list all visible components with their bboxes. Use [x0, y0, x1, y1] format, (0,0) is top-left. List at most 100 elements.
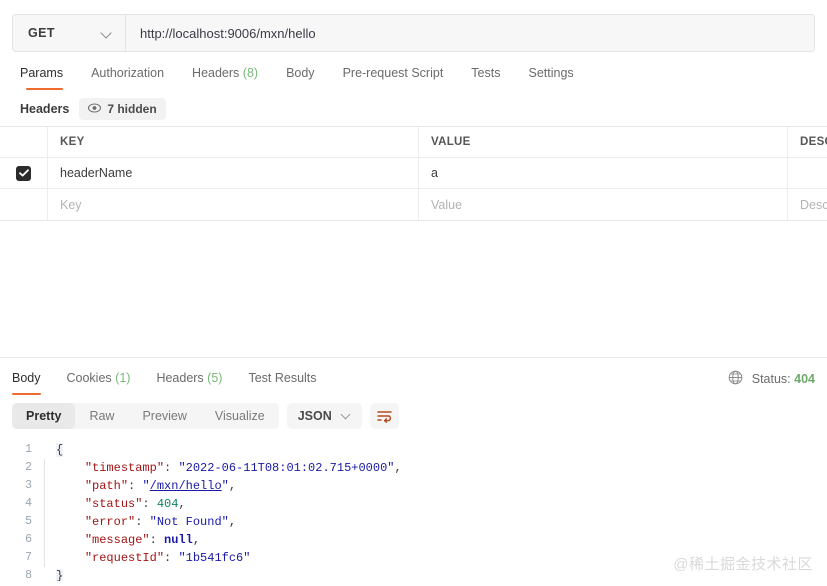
- word-wrap-icon: [377, 410, 392, 423]
- response-format-select[interactable]: JSON: [286, 403, 362, 429]
- code-line-text: "path": "/mxn/hello",: [44, 477, 236, 495]
- code-token-key: "status": [84, 497, 143, 511]
- code-line: 7 "requestId": "1b541fc6": [0, 549, 827, 567]
- headers-key-value-table: KEY VALUE DESCRIPTION headerName a Key V…: [0, 126, 827, 221]
- request-tab-authorization[interactable]: Authorization: [77, 65, 178, 90]
- request-tab-pre-request-script[interactable]: Pre-request Script: [329, 65, 458, 90]
- code-token-punc: ,: [192, 533, 201, 547]
- table-new-row[interactable]: Key Value Description: [0, 189, 827, 220]
- line-number: 1: [25, 443, 32, 456]
- response-tab-test-results-label: Test Results: [248, 371, 317, 385]
- row-description-input[interactable]: [788, 158, 827, 188]
- line-number: 2: [25, 461, 32, 474]
- view-mode-visualize[interactable]: Visualize: [201, 403, 279, 429]
- request-tab-headers-label: Headers: [192, 66, 240, 80]
- line-number: 6: [25, 533, 32, 546]
- response-tab-headers[interactable]: Headers (5): [143, 370, 235, 395]
- code-token-punc: ,: [228, 515, 237, 529]
- request-tab-headers[interactable]: Headers (8): [178, 65, 272, 90]
- code-token-punc: :: [164, 551, 179, 565]
- code-token-key: "timestamp": [84, 461, 165, 475]
- headers-section-title: Headers: [20, 102, 70, 116]
- request-tab-settings-label: Settings: [528, 66, 574, 80]
- view-mode-preview[interactable]: Preview: [128, 403, 200, 429]
- code-token-str: "1b541fc6": [178, 551, 251, 565]
- column-header-key: KEY: [48, 127, 419, 157]
- request-url-bar: GET: [12, 14, 815, 52]
- code-lines-container: 1{2 "timestamp": "2022-06-11T08:01:02.71…: [0, 441, 827, 581]
- code-token-str: "Not Found": [149, 515, 229, 529]
- table-header-checkbox-cell: [0, 127, 48, 157]
- status-code: 404: [794, 372, 815, 386]
- request-tab-settings[interactable]: Settings: [514, 65, 587, 90]
- response-tab-headers-count: (5): [207, 371, 223, 385]
- code-token-brace: {: [56, 443, 64, 457]
- response-tab-headers-label: Headers: [156, 371, 204, 385]
- row-enable-checkbox[interactable]: [16, 165, 31, 181]
- code-token-num: 404: [156, 497, 179, 511]
- code-token-punc: ,: [394, 461, 402, 475]
- request-url-input[interactable]: [126, 15, 814, 51]
- table-row[interactable]: headerName a: [0, 158, 827, 189]
- code-line-text: }: [44, 567, 64, 581]
- code-token-str: ": [142, 479, 150, 493]
- column-header-value: VALUE: [419, 127, 788, 157]
- response-tab-body[interactable]: Body: [12, 370, 54, 395]
- request-tab-bar: Params Authorization Headers (8) Body Pr…: [0, 52, 827, 90]
- response-view-mode-group: Pretty Raw Preview Visualize: [12, 403, 279, 429]
- response-tab-test-results[interactable]: Test Results: [235, 370, 329, 395]
- code-line-text: "message": null,: [44, 531, 200, 549]
- code-token-punc: :: [142, 497, 157, 511]
- new-row-key-input[interactable]: Key: [48, 189, 419, 220]
- word-wrap-button[interactable]: [369, 403, 399, 429]
- code-line: 2 "timestamp": "2022-06-11T08:01:02.715+…: [0, 459, 827, 477]
- request-tab-params-label: Params: [20, 66, 64, 80]
- request-tab-tests-label: Tests: [471, 66, 501, 80]
- http-method-label: GET: [28, 26, 55, 40]
- code-line: 1{: [0, 441, 827, 459]
- status-badge[interactable]: Status: 404: [752, 372, 815, 386]
- new-row-description-input[interactable]: Description: [788, 189, 827, 220]
- response-format-label: JSON: [297, 409, 332, 423]
- code-token-punc: :: [149, 533, 165, 547]
- code-token-link[interactable]: /mxn/hello: [150, 479, 222, 493]
- response-status-group: Status: 404: [728, 370, 815, 395]
- globe-icon[interactable]: [728, 370, 743, 388]
- http-method-select[interactable]: GET: [13, 15, 126, 51]
- code-token-key: "error": [84, 515, 136, 529]
- row-key-input[interactable]: headerName: [48, 158, 419, 188]
- code-token-brace: }: [56, 569, 64, 581]
- view-mode-raw[interactable]: Raw: [75, 403, 128, 429]
- code-line: 3 "path": "/mxn/hello",: [0, 477, 827, 495]
- code-token-str: ": [221, 479, 229, 493]
- request-tab-tests[interactable]: Tests: [457, 65, 514, 90]
- response-tab-bar: Body Cookies (1) Headers (5) Test Result…: [12, 370, 330, 395]
- line-number: 8: [25, 569, 32, 581]
- response-tab-cookies-label: Cookies: [66, 371, 112, 385]
- line-number: 4: [25, 497, 32, 510]
- response-tab-body-label: Body: [12, 371, 41, 385]
- new-row-value-input[interactable]: Value: [419, 189, 788, 220]
- eye-icon: [88, 102, 102, 116]
- line-number: 5: [25, 515, 32, 528]
- code-line-text: {: [44, 441, 64, 459]
- code-token-punc: ,: [178, 497, 186, 511]
- row-value-input[interactable]: a: [419, 158, 788, 188]
- request-tab-params[interactable]: Params: [12, 65, 77, 90]
- response-tab-cookies[interactable]: Cookies (1): [54, 370, 144, 395]
- status-label: Status:: [751, 372, 791, 386]
- column-header-description: DESCRIPTION: [800, 136, 827, 148]
- hidden-headers-toggle[interactable]: 7 hidden: [79, 98, 166, 120]
- code-line-text: "status": 404,: [44, 495, 186, 513]
- response-body-code-viewer[interactable]: 1{2 "timestamp": "2022-06-11T08:01:02.71…: [0, 436, 827, 581]
- request-tab-authorization-label: Authorization: [91, 66, 165, 80]
- request-tab-body[interactable]: Body: [272, 65, 329, 90]
- view-mode-pretty[interactable]: Pretty: [12, 403, 76, 429]
- code-line: 8}: [0, 567, 827, 581]
- code-token-punc: :: [135, 515, 150, 529]
- code-line-text: "error": "Not Found",: [44, 513, 236, 531]
- new-row-checkbox-cell: [0, 189, 48, 220]
